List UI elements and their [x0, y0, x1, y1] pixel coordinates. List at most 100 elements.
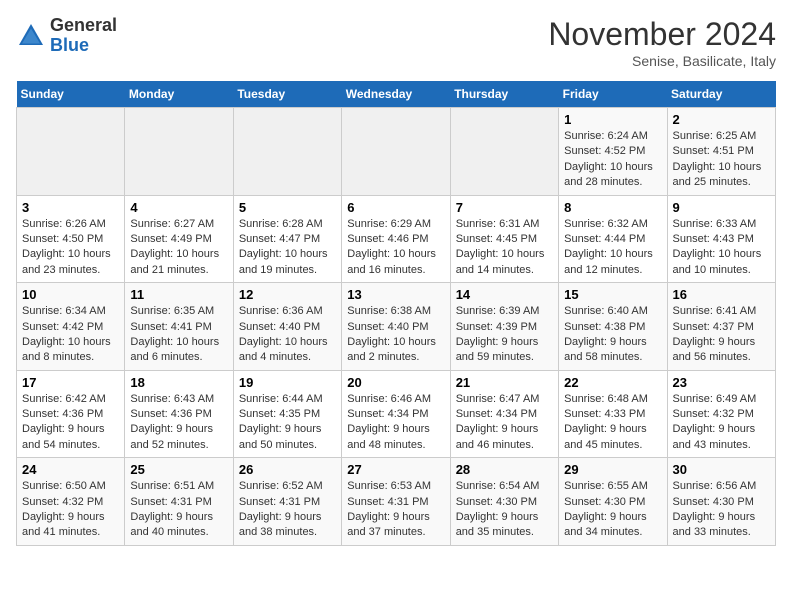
day-number: 14: [456, 287, 553, 302]
calendar-cell: 25 Sunrise: 6:51 AM Sunset: 4:31 PM Dayli…: [125, 458, 233, 546]
day-number: 10: [22, 287, 119, 302]
calendar-week-row: 24Sunrise: 6:50 AM Sunset: 4:32 PM Dayli…: [17, 458, 776, 546]
calendar-week-row: 17 Sunrise: 6:42 AM Sunset: 4:36 PM Dayli…: [17, 370, 776, 458]
day-number: 5: [239, 200, 336, 215]
day-info: Sunrise: 6:51 AM Sunset: 4:31 PM Dayligh…: [130, 479, 227, 541]
weekday-header-row: SundayMondayTuesdayWednesdayThursdayFrid…: [17, 81, 776, 108]
calendar-cell: 2 Sunrise: 6:25 AM Sunset: 4:51 PM Daylig…: [667, 108, 775, 196]
weekday-header: Tuesday: [233, 81, 341, 108]
calendar-cell: 13 Sunrise: 6:38 AM Sunset: 4:40 PM Dayli…: [342, 283, 450, 371]
location-subtitle: Senise, Basilicate, Italy: [548, 53, 776, 69]
day-info: Sunrise: 6:42 AM Sunset: 4:36 PM Dayligh…: [22, 392, 119, 454]
day-info: Sunrise: 6:28 AM Sunset: 4:47 PM Dayligh…: [239, 217, 336, 279]
day-number: 16: [673, 287, 770, 302]
calendar-cell: 6 Sunrise: 6:29 AM Sunset: 4:46 PM Daylig…: [342, 195, 450, 283]
day-info: Sunrise: 6:38 AM Sunset: 4:40 PM Dayligh…: [347, 304, 444, 366]
day-number: 6: [347, 200, 444, 215]
day-number: 15: [564, 287, 661, 302]
day-number: 29: [564, 462, 661, 477]
day-info: Sunrise: 6:50 AM Sunset: 4:32 PM Dayligh…: [22, 479, 119, 541]
day-number: 28: [456, 462, 553, 477]
day-info: Sunrise: 6:46 AM Sunset: 4:34 PM Dayligh…: [347, 392, 444, 454]
calendar-cell: 18Sunrise: 6:43 AM Sunset: 4:36 PM Dayli…: [125, 370, 233, 458]
day-info: Sunrise: 6:53 AM Sunset: 4:31 PM Dayligh…: [347, 479, 444, 541]
calendar-cell: 20 Sunrise: 6:46 AM Sunset: 4:34 PM Dayli…: [342, 370, 450, 458]
day-info: Sunrise: 6:34 AM Sunset: 4:42 PM Dayligh…: [22, 304, 119, 366]
day-number: 3: [22, 200, 119, 215]
day-info: Sunrise: 6:29 AM Sunset: 4:46 PM Dayligh…: [347, 217, 444, 279]
day-number: 22: [564, 375, 661, 390]
calendar-cell: [342, 108, 450, 196]
day-number: 9: [673, 200, 770, 215]
calendar-cell: 27 Sunrise: 6:53 AM Sunset: 4:31 PM Dayli…: [342, 458, 450, 546]
calendar-cell: 16Sunrise: 6:41 AM Sunset: 4:37 PM Dayli…: [667, 283, 775, 371]
calendar-cell: 8 Sunrise: 6:32 AM Sunset: 4:44 PM Daylig…: [559, 195, 667, 283]
calendar-cell: 4 Sunrise: 6:27 AM Sunset: 4:49 PM Daylig…: [125, 195, 233, 283]
calendar-week-row: 10 Sunrise: 6:34 AM Sunset: 4:42 PM Dayli…: [17, 283, 776, 371]
day-number: 13: [347, 287, 444, 302]
day-number: 11: [130, 287, 227, 302]
day-info: Sunrise: 6:56 AM Sunset: 4:30 PM Dayligh…: [673, 479, 770, 541]
day-number: 27: [347, 462, 444, 477]
day-info: Sunrise: 6:48 AM Sunset: 4:33 PM Dayligh…: [564, 392, 661, 454]
calendar-cell: [125, 108, 233, 196]
day-info: Sunrise: 6:25 AM Sunset: 4:51 PM Dayligh…: [673, 129, 770, 191]
day-info: Sunrise: 6:40 AM Sunset: 4:38 PM Dayligh…: [564, 304, 661, 366]
calendar-cell: 14 Sunrise: 6:39 AM Sunset: 4:39 PM Dayli…: [450, 283, 558, 371]
day-number: 20: [347, 375, 444, 390]
calendar-cell: [17, 108, 125, 196]
day-number: 19: [239, 375, 336, 390]
day-number: 1: [564, 112, 661, 127]
day-number: 2: [673, 112, 770, 127]
day-info: Sunrise: 6:32 AM Sunset: 4:44 PM Dayligh…: [564, 217, 661, 279]
weekday-header: Wednesday: [342, 81, 450, 108]
logo-general-text: General: [50, 15, 117, 35]
day-number: 18: [130, 375, 227, 390]
day-number: 7: [456, 200, 553, 215]
day-info: Sunrise: 6:49 AM Sunset: 4:32 PM Dayligh…: [673, 392, 770, 454]
weekday-header: Saturday: [667, 81, 775, 108]
day-info: Sunrise: 6:55 AM Sunset: 4:30 PM Dayligh…: [564, 479, 661, 541]
day-number: 17: [22, 375, 119, 390]
day-info: Sunrise: 6:27 AM Sunset: 4:49 PM Dayligh…: [130, 217, 227, 279]
calendar-cell: 19 Sunrise: 6:44 AM Sunset: 4:35 PM Dayli…: [233, 370, 341, 458]
calendar-cell: 11 Sunrise: 6:35 AM Sunset: 4:41 PM Dayli…: [125, 283, 233, 371]
calendar-cell: 24Sunrise: 6:50 AM Sunset: 4:32 PM Dayli…: [17, 458, 125, 546]
day-info: Sunrise: 6:52 AM Sunset: 4:31 PM Dayligh…: [239, 479, 336, 541]
day-info: Sunrise: 6:47 AM Sunset: 4:34 PM Dayligh…: [456, 392, 553, 454]
logo: General Blue: [16, 16, 117, 56]
day-info: Sunrise: 6:33 AM Sunset: 4:43 PM Dayligh…: [673, 217, 770, 279]
weekday-header: Friday: [559, 81, 667, 108]
calendar-week-row: 1 Sunrise: 6:24 AM Sunset: 4:52 PM Daylig…: [17, 108, 776, 196]
day-number: 23: [673, 375, 770, 390]
calendar-cell: 21Sunrise: 6:47 AM Sunset: 4:34 PM Dayli…: [450, 370, 558, 458]
day-info: Sunrise: 6:24 AM Sunset: 4:52 PM Dayligh…: [564, 129, 661, 191]
day-info: Sunrise: 6:36 AM Sunset: 4:40 PM Dayligh…: [239, 304, 336, 366]
day-number: 12: [239, 287, 336, 302]
day-info: Sunrise: 6:44 AM Sunset: 4:35 PM Dayligh…: [239, 392, 336, 454]
weekday-header: Sunday: [17, 81, 125, 108]
calendar-cell: 9 Sunrise: 6:33 AM Sunset: 4:43 PM Daylig…: [667, 195, 775, 283]
calendar-cell: 15 Sunrise: 6:40 AM Sunset: 4:38 PM Dayli…: [559, 283, 667, 371]
day-info: Sunrise: 6:39 AM Sunset: 4:39 PM Dayligh…: [456, 304, 553, 366]
title-block: November 2024 Senise, Basilicate, Italy: [548, 16, 776, 69]
logo-icon: [16, 21, 46, 51]
day-number: 4: [130, 200, 227, 215]
calendar-cell: 17 Sunrise: 6:42 AM Sunset: 4:36 PM Dayli…: [17, 370, 125, 458]
calendar-cell: 1 Sunrise: 6:24 AM Sunset: 4:52 PM Daylig…: [559, 108, 667, 196]
day-info: Sunrise: 6:31 AM Sunset: 4:45 PM Dayligh…: [456, 217, 553, 279]
calendar-cell: 7 Sunrise: 6:31 AM Sunset: 4:45 PM Daylig…: [450, 195, 558, 283]
calendar-cell: 12 Sunrise: 6:36 AM Sunset: 4:40 PM Dayli…: [233, 283, 341, 371]
calendar-cell: 5 Sunrise: 6:28 AM Sunset: 4:47 PM Daylig…: [233, 195, 341, 283]
day-info: Sunrise: 6:54 AM Sunset: 4:30 PM Dayligh…: [456, 479, 553, 541]
day-number: 26: [239, 462, 336, 477]
month-title: November 2024: [548, 16, 776, 53]
day-info: Sunrise: 6:35 AM Sunset: 4:41 PM Dayligh…: [130, 304, 227, 366]
weekday-header: Monday: [125, 81, 233, 108]
day-number: 8: [564, 200, 661, 215]
calendar-cell: 23 Sunrise: 6:49 AM Sunset: 4:32 PM Dayli…: [667, 370, 775, 458]
day-number: 25: [130, 462, 227, 477]
calendar-cell: 10 Sunrise: 6:34 AM Sunset: 4:42 PM Dayli…: [17, 283, 125, 371]
calendar-table: SundayMondayTuesdayWednesdayThursdayFrid…: [16, 81, 776, 546]
calendar-cell: [450, 108, 558, 196]
